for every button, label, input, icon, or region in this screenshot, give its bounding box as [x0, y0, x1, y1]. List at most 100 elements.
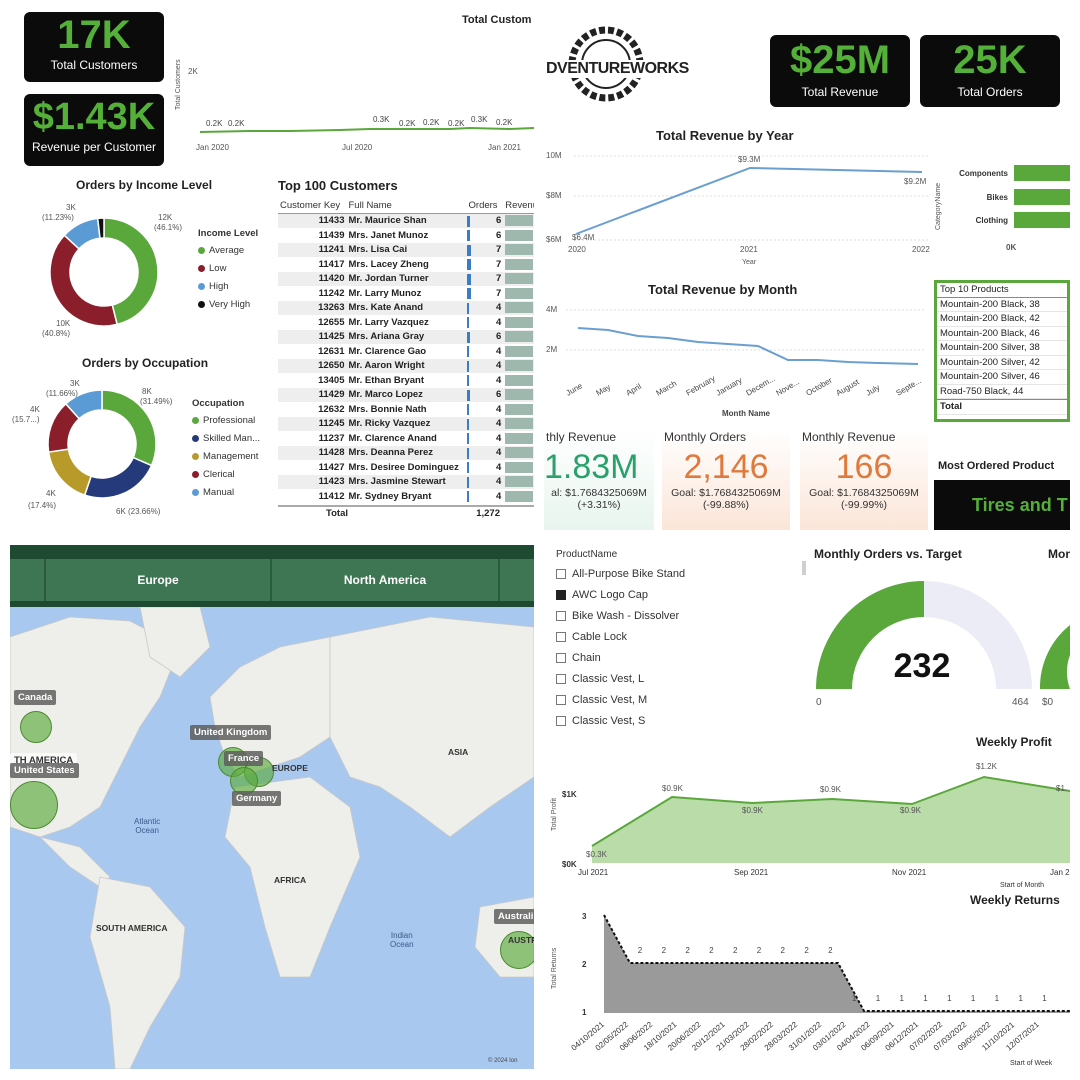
table-row[interactable]: 11423 Mrs. Jasmine Stewart 4: [278, 474, 534, 489]
map-pin-united-kingdom[interactable]: United Kingdom: [190, 725, 272, 740]
table-row[interactable]: 11439 Mrs. Janet Munoz 6: [278, 228, 534, 243]
checkbox[interactable]: [556, 715, 566, 726]
table-row[interactable]: 12655 Mr. Larry Vazquez 4: [278, 315, 534, 330]
top-products-header[interactable]: Top 10 Products: [937, 283, 1067, 298]
region-tab-north-america[interactable]: North America: [272, 559, 500, 601]
table-row[interactable]: 11433 Mr. Maurice Shan 6: [278, 213, 534, 228]
table-row[interactable]: 13405 Mr. Ethan Bryant 4: [278, 373, 534, 388]
revenue-cell: [503, 271, 534, 286]
table-row[interactable]: 11237 Mr. Clarence Anand 4: [278, 431, 534, 446]
income-callout: 3K: [66, 204, 76, 212]
weekly-returns-ytick: 2: [582, 960, 587, 969]
legend-item-manual[interactable]: Manual: [192, 483, 260, 501]
map-bubble-canada[interactable]: [20, 711, 52, 743]
checkbox[interactable]: [556, 673, 566, 684]
revenue-cell: [503, 329, 534, 344]
region-tab-left[interactable]: [10, 559, 46, 601]
full-name-cell: Mr. Maurice Shan: [346, 213, 467, 228]
map-label-atlantic: Atlantic Ocean: [134, 817, 161, 835]
table-row[interactable]: 12631 Mr. Clarence Gao 4: [278, 344, 534, 359]
table-row[interactable]: 11428 Mrs. Deanna Perez 4: [278, 445, 534, 460]
table-row[interactable]: 11245 Mr. Ricky Vazquez 4: [278, 416, 534, 431]
legend-item-clerical[interactable]: Clerical: [192, 465, 260, 483]
donut-slice[interactable]: [49, 234, 119, 327]
table-row[interactable]: 11417 Mrs. Lacey Zheng 7: [278, 257, 534, 272]
slicer-item-label: Chain: [572, 651, 601, 664]
occupation-callout: (17.4%): [28, 501, 56, 510]
slicer-item[interactable]: Bike Wash - Dissolver: [556, 605, 806, 626]
product-slicer: All-Purpose Bike Stand AWC Logo Cap Bike W…: [556, 563, 806, 731]
customer-key-cell: 11237: [318, 432, 345, 444]
map-pin-france[interactable]: France: [224, 751, 264, 766]
table-row[interactable]: 11420 Mr. Jordan Turner 7: [278, 271, 534, 286]
column-header[interactable]: Customer Key: [278, 198, 347, 214]
table-row[interactable]: 13263 Mrs. Kate Anand 4: [278, 300, 534, 315]
month-tick: January: [715, 376, 744, 398]
table-row[interactable]: 11412 Mr. Sydney Bryant 4: [278, 489, 534, 504]
table-row[interactable]: 12650 Mr. Aaron Wright 4: [278, 358, 534, 373]
column-header[interactable]: Full Name: [346, 198, 467, 214]
legend-dot: [192, 416, 199, 424]
occupation-callout: (11.66%): [46, 389, 78, 398]
table-row[interactable]: 11427 Mrs. Desiree Dominguez 4: [278, 460, 534, 475]
region-tab-right[interactable]: [500, 559, 534, 601]
world-map[interactable]: © 2024 Ion: [10, 607, 534, 1069]
checkbox[interactable]: [556, 631, 566, 642]
legend-item-high[interactable]: High: [198, 277, 258, 295]
legend-item-average[interactable]: Average: [198, 241, 258, 259]
income-legend: Income Level Average Low High Very High: [198, 228, 258, 313]
orders-bar: [466, 389, 470, 401]
kpi-card-monthly-orders: Monthly Orders 2,146 Goal: $1.7684325069…: [662, 430, 790, 530]
revenue-bar: [505, 418, 534, 430]
orders-bar: [466, 230, 470, 241]
column-header[interactable]: Revenu: [503, 198, 534, 214]
checkbox[interactable]: [556, 610, 566, 621]
donut-slice[interactable]: [83, 456, 153, 499]
column-header[interactable]: Orders: [466, 198, 504, 214]
returns-value-label: 2: [662, 946, 667, 955]
slicer-item[interactable]: All-Purpose Bike Stand: [556, 563, 806, 584]
region-tab-europe[interactable]: Europe: [46, 559, 272, 601]
revenue-per-customer-label: Revenue per Customer: [31, 140, 157, 154]
table-row[interactable]: 12632 Mrs. Bonnie Nath 4: [278, 402, 534, 417]
revenue-bar: [505, 476, 534, 488]
customer-key-cell: 11439: [318, 229, 345, 241]
slicer-item[interactable]: Classic Vest, L: [556, 668, 806, 689]
checkbox[interactable]: [556, 589, 566, 600]
legend-item-low[interactable]: Low: [198, 259, 258, 277]
customer-key-cell: 11427: [318, 461, 345, 473]
returns-value-label: 1: [1042, 994, 1047, 1003]
customers-table-wrap: Customer Key Full Name Orders Revenu 114…: [278, 198, 534, 521]
legend-item-skilled-manual[interactable]: Skilled Man...: [192, 429, 260, 447]
revenue-bar: [505, 345, 534, 357]
category-bar-chart: CategoryName Components Bikes Clothing 0…: [935, 165, 1070, 252]
checkbox[interactable]: [556, 568, 566, 579]
table-row[interactable]: 11242 Mr. Larry Munoz 7: [278, 286, 534, 301]
weekly-returns-ytick: 3: [582, 912, 587, 921]
slicer-scrollbar[interactable]: [802, 561, 806, 575]
map-pin-united-states[interactable]: United States: [10, 763, 79, 778]
slicer-item[interactable]: AWC Logo Cap: [556, 584, 806, 605]
legend-item-very-high[interactable]: Very High: [198, 295, 258, 313]
table-row[interactable]: 11429 Mr. Marco Lopez 6: [278, 387, 534, 402]
legend-item-management[interactable]: Management: [192, 447, 260, 465]
revenue-year-label: $9.3M: [738, 155, 761, 164]
orders-dashboard: ProductName All-Purpose Bike Stand AWC Lo…: [544, 545, 1070, 1069]
slicer-item[interactable]: Chain: [556, 647, 806, 668]
map-pin-germany[interactable]: Germany: [232, 791, 282, 806]
map-bubble-united-states[interactable]: [10, 781, 58, 829]
revenue-cell: [503, 315, 534, 330]
slicer-item[interactable]: Classic Vest, S: [556, 710, 806, 731]
slicer-item[interactable]: Cable Lock: [556, 626, 806, 647]
checkbox[interactable]: [556, 694, 566, 705]
returns-value-label: 2: [757, 946, 762, 955]
table-row[interactable]: 11241 Mrs. Lisa Cai 7: [278, 242, 534, 257]
revenue-cell: [503, 213, 534, 228]
table-row[interactable]: 11425 Mrs. Ariana Gray 6: [278, 329, 534, 344]
kpi-card-monthly-revenue-2: Monthly Revenue 166 Goal: $1.7684325069M…: [800, 430, 928, 530]
map-pin-australia[interactable]: Australi: [494, 909, 534, 924]
map-pin-canada[interactable]: Canada: [14, 690, 57, 705]
legend-item-professional[interactable]: Professional: [192, 411, 260, 429]
slicer-item[interactable]: Classic Vest, M: [556, 689, 806, 710]
checkbox[interactable]: [556, 652, 566, 663]
